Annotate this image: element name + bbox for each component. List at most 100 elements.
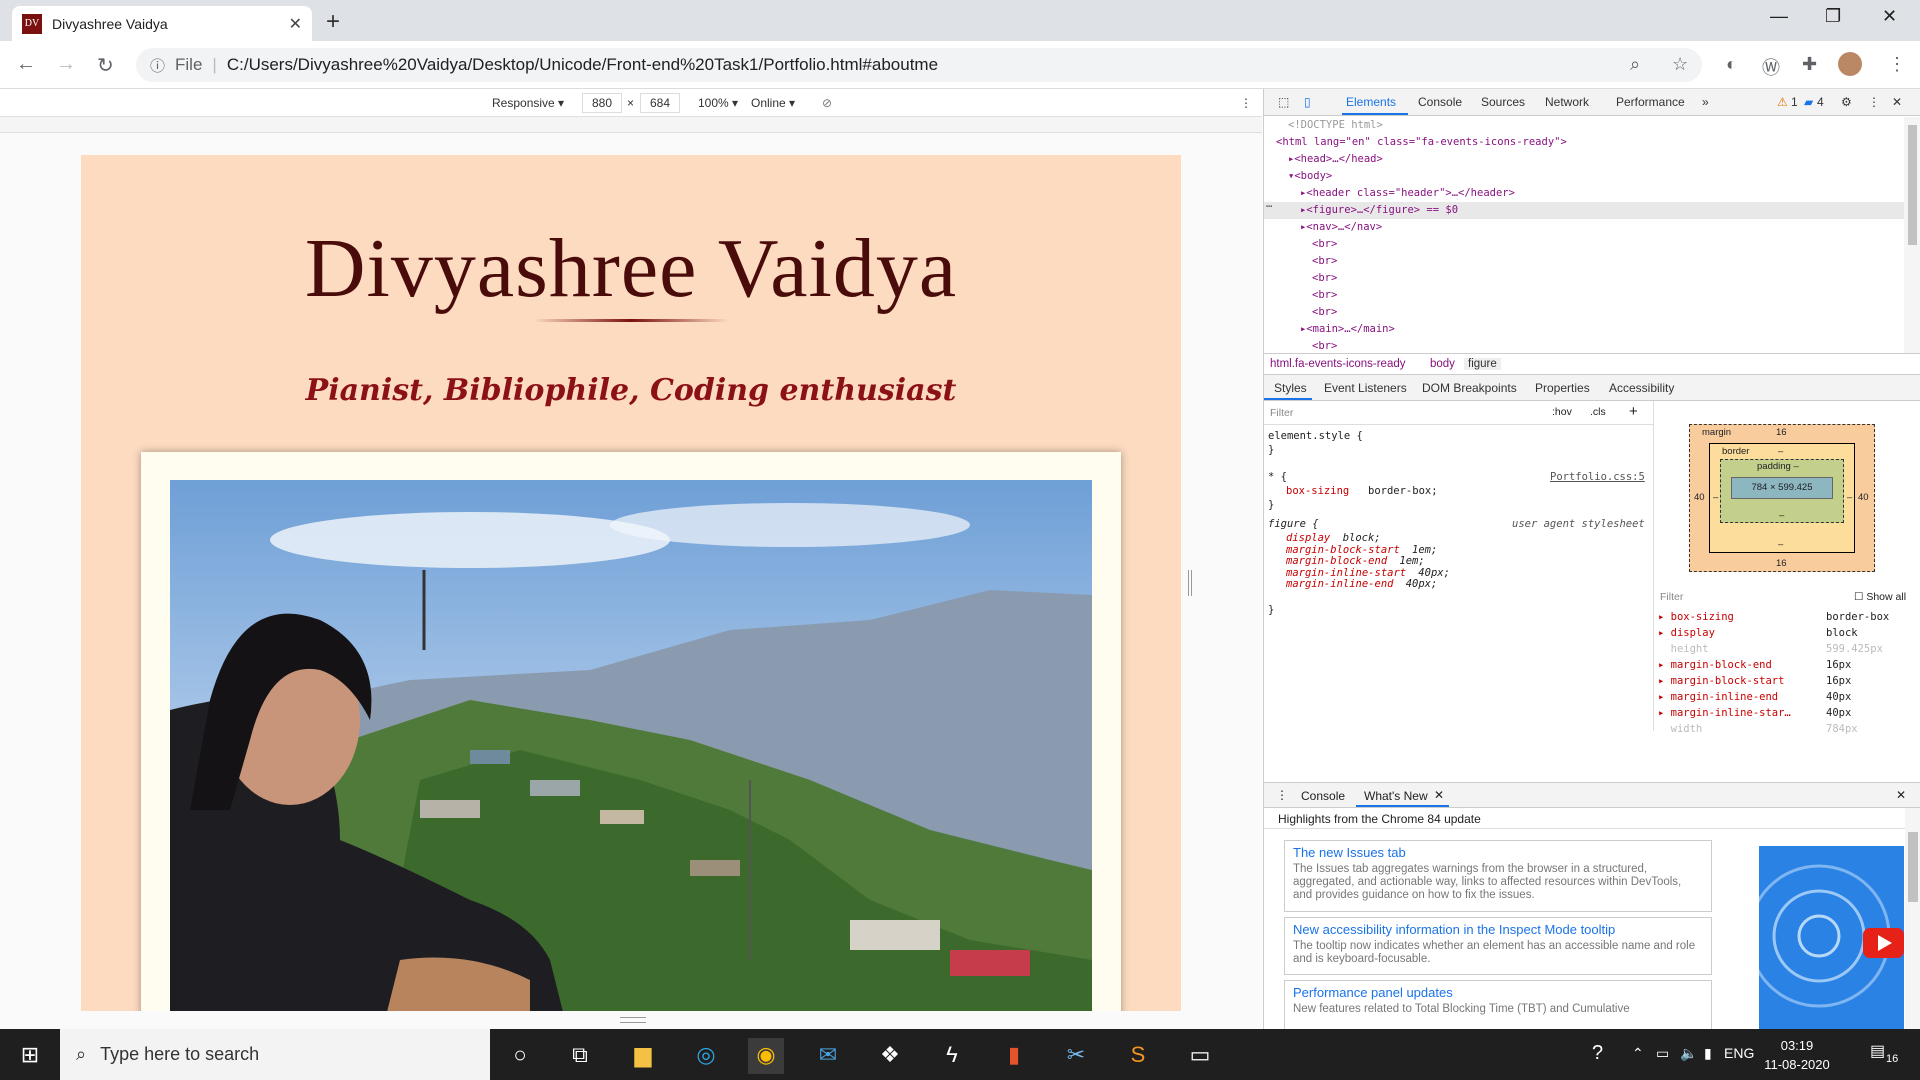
file-explorer-icon[interactable]: ▆ — [625, 1038, 661, 1074]
figure-rule-value[interactable]: block; — [1343, 532, 1381, 544]
universal-selector[interactable]: * { — [1268, 471, 1287, 483]
figure-rule-prop[interactable]: margin-inline-end — [1286, 578, 1393, 590]
device-mode-select[interactable]: Responsive ▾ — [492, 96, 564, 110]
drawer-tab-close-icon[interactable]: ✕ — [1434, 788, 1444, 802]
window-close-icon[interactable]: ✕ — [1882, 6, 1897, 27]
card-title[interactable]: The new Issues tab — [1293, 845, 1703, 860]
whats-new-video-thumbnail[interactable] — [1759, 846, 1904, 1029]
rotate-icon[interactable]: ⊘ — [822, 96, 832, 110]
device-toggle-icon[interactable]: ▯ — [1304, 95, 1311, 109]
dom-node-line[interactable]: <br> — [1264, 270, 1904, 287]
windows-start-icon[interactable]: ⊞ — [12, 1038, 48, 1074]
drawer-tab-console[interactable]: Console — [1301, 789, 1345, 803]
drawer-menu-icon[interactable]: ⋮ — [1276, 788, 1288, 802]
dom-node-line[interactable]: <br> — [1264, 253, 1904, 270]
tray-chevron-up-icon[interactable]: ⌃ — [1632, 1045, 1644, 1062]
scrollbar-thumb[interactable] — [1908, 832, 1918, 902]
dom-node-line[interactable]: <html lang="en" class="fa-events-icons-r… — [1264, 134, 1904, 151]
border-left-value[interactable]: – — [1713, 492, 1718, 503]
viewport-resize-handle-right[interactable] — [1188, 570, 1192, 596]
computed-row[interactable]: ▸ margin-inline-star… 40px — [1658, 707, 1918, 723]
sublime-text-icon[interactable]: S — [1120, 1038, 1156, 1074]
figure-selector[interactable]: figure { — [1268, 518, 1319, 530]
back-arrow-icon[interactable]: ← — [16, 53, 36, 76]
dom-node-line[interactable]: ▸<nav>…</nav> — [1264, 219, 1904, 236]
devtools-close-icon[interactable]: ✕ — [1892, 95, 1902, 109]
margin-top-value[interactable]: 16 — [1776, 427, 1787, 438]
tab-dom-breakpoints[interactable]: DOM Breakpoints — [1422, 381, 1517, 395]
computed-filter-input[interactable]: Filter — [1660, 591, 1683, 603]
dom-node-line[interactable]: ▸<figure>…</figure> == $0 — [1264, 202, 1904, 219]
snip-tool-icon[interactable]: ✂ — [1058, 1038, 1094, 1074]
edge-icon[interactable]: ◎ — [688, 1038, 724, 1074]
computed-row[interactable]: height 599.425px — [1658, 643, 1918, 659]
figure-rule-value[interactable]: 1em; — [1399, 555, 1424, 567]
maximize-icon[interactable]: ❐ — [1825, 6, 1841, 27]
hov-toggle[interactable]: :hov — [1552, 406, 1572, 418]
tab-elements[interactable]: Elements — [1346, 95, 1396, 109]
zoom-select[interactable]: 100% ▾ — [698, 96, 738, 110]
volume-icon[interactable]: 🔈 — [1680, 1045, 1697, 1062]
office-icon[interactable]: ▮ — [996, 1038, 1032, 1074]
drawer-close-icon[interactable]: ✕ — [1896, 788, 1906, 802]
menu-kebab-icon[interactable]: ⋮ — [1888, 54, 1906, 75]
profile-avatar[interactable] — [1838, 52, 1862, 76]
breadcrumb-body[interactable]: body — [1430, 358, 1455, 370]
new-rule-icon[interactable]: + — [1629, 403, 1638, 420]
universal-value[interactable]: border-box; — [1368, 485, 1438, 497]
box-model-content[interactable]: 784 × 599.425 — [1731, 477, 1833, 499]
notification-icon[interactable]: ▤ — [1870, 1041, 1885, 1061]
portfolio-css-link[interactable]: Portfolio.css:5 — [1550, 471, 1645, 483]
card-title[interactable]: New accessibility information in the Ins… — [1293, 922, 1703, 937]
inspect-element-icon[interactable]: ⬚ — [1278, 95, 1289, 109]
new-tab-icon[interactable]: + — [326, 8, 340, 36]
address-bar[interactable]: ⓘ File | C:/Users/Divyashree%20Vaidya/De… — [136, 48, 1702, 82]
app-s-icon[interactable]: ϟ — [934, 1038, 970, 1074]
mail-icon[interactable]: ✉ — [810, 1038, 846, 1074]
border-value[interactable]: – — [1778, 446, 1783, 457]
dom-node-line[interactable]: <br> — [1264, 287, 1904, 304]
computed-row[interactable]: ▸ margin-block-end 16px — [1658, 659, 1918, 675]
tab-console[interactable]: Console — [1418, 95, 1462, 109]
computed-row[interactable]: width 784px — [1658, 723, 1918, 739]
taskbar-clock[interactable]: 03:19 11-08-2020 — [1752, 1036, 1842, 1074]
universal-prop[interactable]: box-sizing — [1286, 485, 1349, 497]
card-title[interactable]: Performance panel updates — [1293, 985, 1703, 1000]
forward-arrow-icon[interactable]: → — [56, 53, 76, 76]
viewport-resize-handle-bottom[interactable] — [620, 1017, 646, 1023]
zoom-icon[interactable]: ⌕ — [1630, 54, 1640, 75]
styles-filter-input[interactable]: Filter — [1270, 407, 1293, 419]
dom-node-line[interactable]: <br> — [1264, 304, 1904, 321]
element-style-selector[interactable]: element.style { — [1268, 430, 1363, 442]
computed-row[interactable]: ▸ box-sizing border-box — [1658, 611, 1918, 627]
tab-event-listeners[interactable]: Event Listeners — [1324, 381, 1407, 395]
figure-rule-prop[interactable]: margin-inline-start — [1286, 567, 1406, 579]
tab-styles[interactable]: Styles — [1274, 381, 1307, 395]
padding-bottom-value[interactable]: – — [1779, 510, 1784, 521]
computed-row[interactable]: ▸ margin-inline-end 40px — [1658, 691, 1918, 707]
dom-node-line[interactable]: ▾<body> — [1264, 168, 1904, 185]
viewport-height-input[interactable]: 684 — [640, 93, 680, 113]
info-icon[interactable]: ⓘ — [150, 55, 165, 76]
chrome-icon[interactable]: ◉ — [748, 1038, 784, 1074]
tab-accessibility[interactable]: Accessibility — [1609, 381, 1674, 395]
figure-rule-prop[interactable]: margin-block-end — [1286, 555, 1387, 567]
device-toolbar-menu-icon[interactable]: ⋮ — [1240, 96, 1252, 110]
extension-icon[interactable]: ◐ — [1726, 54, 1737, 75]
task-view-icon[interactable]: ⧉ — [562, 1038, 598, 1074]
whats-new-card-1[interactable]: The new Issues tab The Issues tab aggreg… — [1284, 840, 1712, 912]
selected-node-ellipsis-icon[interactable]: … — [1266, 198, 1272, 210]
devtools-menu-icon[interactable]: ⋮ — [1868, 95, 1880, 109]
margin-right-value[interactable]: 40 — [1858, 492, 1869, 503]
border-bottom-value[interactable]: – — [1778, 539, 1783, 550]
breadcrumb-html[interactable]: html.fa-events-icons-ready — [1270, 358, 1406, 370]
warning-icon[interactable]: ⚠ — [1777, 95, 1788, 109]
browser-tab[interactable]: DV Divyashree Vaidya ✕ — [12, 6, 312, 41]
viewport-width-input[interactable]: 880 — [582, 93, 622, 113]
battery-icon[interactable]: ▮ — [1704, 1045, 1712, 1062]
show-all-checkbox[interactable]: ☐ Show all — [1854, 591, 1906, 603]
cls-toggle[interactable]: .cls — [1590, 406, 1606, 418]
terminal-icon[interactable]: ▭ — [1182, 1038, 1218, 1074]
figure-rule-value[interactable]: 40px; — [1418, 567, 1450, 579]
network-throttle-select[interactable]: Online ▾ — [751, 96, 795, 110]
